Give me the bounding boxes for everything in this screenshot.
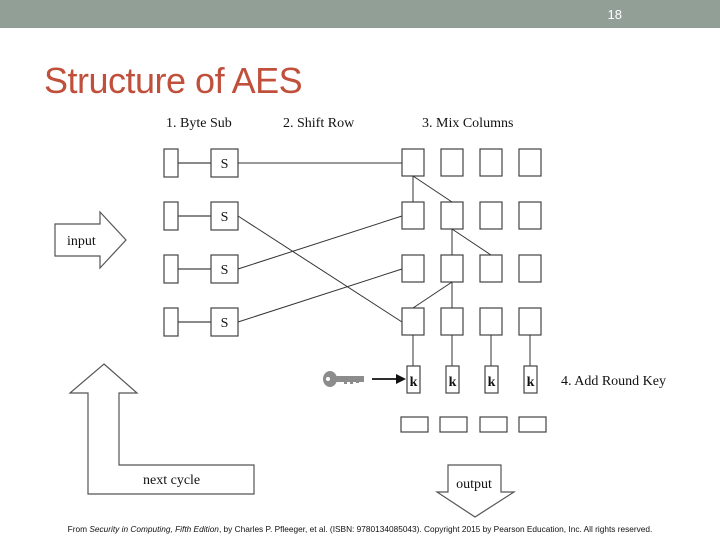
key-connector-lines	[412, 335, 531, 366]
state-cell	[479, 201, 503, 230]
state-cell	[479, 307, 503, 336]
state-cell	[440, 307, 464, 336]
step-label-byte-sub: 1. Byte Sub	[166, 116, 232, 131]
output-label: output	[456, 477, 492, 492]
citation-footer: From Security in Computing, Fifth Editio…	[0, 524, 720, 534]
sbox-label: S	[221, 263, 229, 278]
mix-line	[412, 175, 453, 203]
next-cycle-label: next cycle	[143, 473, 200, 488]
output-cell	[518, 416, 547, 433]
input-byte-box	[163, 201, 179, 231]
sbox-label: S	[221, 316, 229, 331]
aes-structure-diagram: 1. Byte Sub 2. Shift Row 3. Mix Columns …	[54, 116, 666, 518]
step-label-shift-row: 2. Shift Row	[283, 116, 355, 131]
input-arrow: input	[54, 210, 127, 270]
shift-row-lines	[237, 162, 403, 323]
state-cell	[518, 201, 542, 230]
state-cell	[440, 201, 464, 230]
input-label: input	[67, 234, 96, 249]
state-cell	[518, 254, 542, 283]
shift-line	[237, 215, 403, 270]
round-key-boxes: k k k k	[406, 365, 538, 394]
sbox-row-3: S	[163, 254, 239, 284]
footer-suffix: , by Charles P. Pfleeger, et al. (ISBN: …	[218, 524, 653, 534]
input-byte-box	[163, 254, 179, 284]
state-cell	[401, 148, 425, 177]
key-arrow	[372, 374, 406, 384]
mix-line	[412, 281, 453, 309]
output-state-boxes	[400, 416, 547, 433]
next-cycle-arrow: next cycle	[68, 363, 255, 495]
key-box-label: k	[449, 375, 457, 390]
state-cell	[479, 148, 503, 177]
output-arrow: output	[434, 464, 517, 518]
key-box-label: k	[488, 375, 496, 390]
output-cell	[400, 416, 429, 433]
state-cell	[440, 148, 464, 177]
sbox-label: S	[221, 210, 229, 225]
state-cell	[518, 148, 542, 177]
output-cell	[479, 416, 508, 433]
mix-column-lines	[412, 175, 492, 309]
state-cell	[401, 201, 425, 230]
mix-line	[451, 228, 492, 256]
shift-line	[237, 268, 403, 323]
state-cell	[440, 254, 464, 283]
key-box-label: k	[527, 375, 535, 390]
state-cell	[401, 307, 425, 336]
state-cell	[518, 307, 542, 336]
footer-book-title: Security in Computing, Fifth Edition	[89, 524, 219, 534]
sbox-label: S	[221, 157, 229, 172]
output-cell	[439, 416, 468, 433]
state-cell	[479, 254, 503, 283]
sbox-row-1: S	[163, 148, 239, 178]
sbox-row-2: S	[163, 201, 239, 231]
footer-prefix: From	[67, 524, 90, 534]
key-box-label: k	[410, 375, 418, 390]
shift-line	[237, 215, 403, 323]
state-cell	[401, 254, 425, 283]
key-icon	[323, 371, 364, 387]
input-byte-box	[163, 307, 179, 337]
step-label-add-round-key: 4. Add Round Key	[561, 374, 666, 389]
input-byte-box	[163, 148, 179, 178]
step-label-mix-columns: 3. Mix Columns	[422, 116, 513, 131]
sbox-row-4: S	[163, 307, 239, 337]
